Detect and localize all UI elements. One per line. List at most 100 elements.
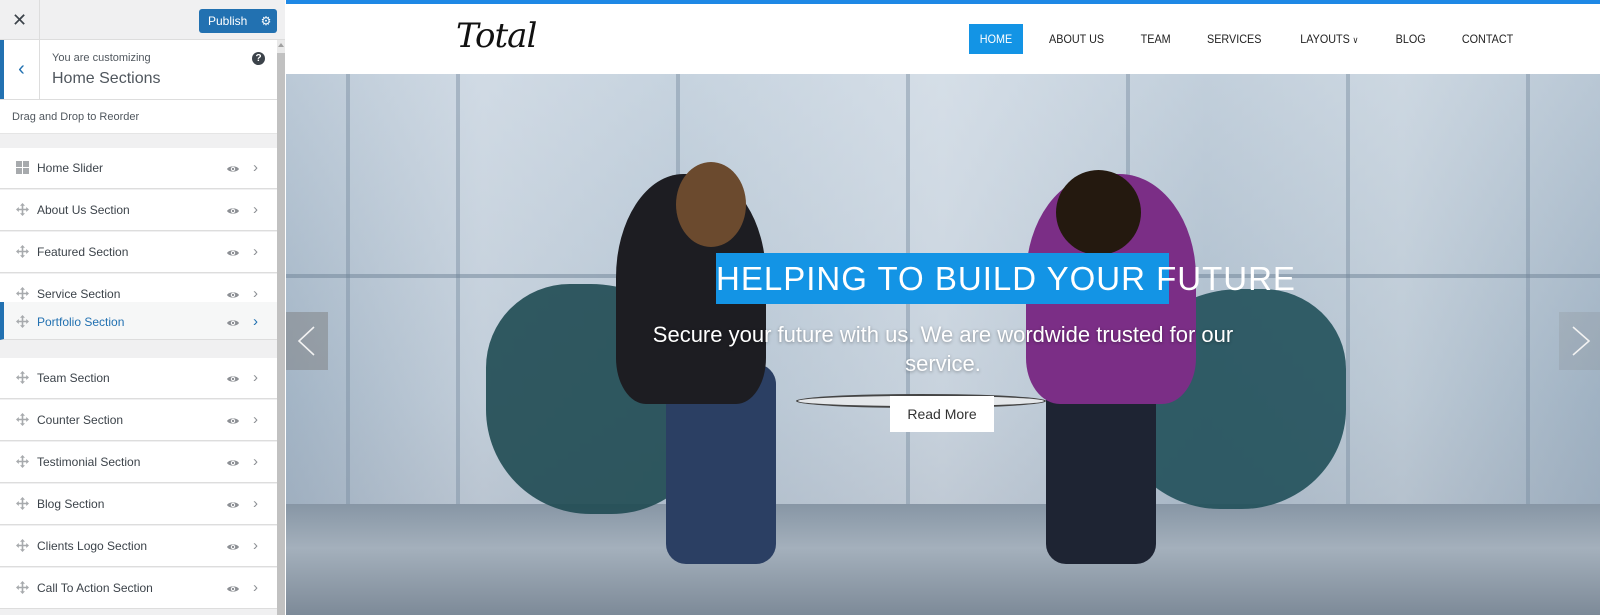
- nav-item-label: LAYOUTS: [1300, 32, 1350, 46]
- hero-subtitle: Secure your future with us. We are wordw…: [652, 322, 1234, 376]
- section-item-team-section[interactable]: Team Section ›: [0, 358, 277, 399]
- move-icon[interactable]: [16, 497, 29, 510]
- nav-item-label: HOME: [979, 32, 1013, 46]
- nav-item-about-us[interactable]: ABOUT US: [1038, 24, 1115, 54]
- section-item-label: Team Section: [37, 371, 110, 385]
- section-title: Home Sections: [52, 70, 161, 87]
- move-icon[interactable]: [16, 315, 29, 328]
- move-icon[interactable]: [16, 203, 29, 216]
- gear-icon[interactable]: ⚙: [255, 14, 277, 28]
- publish-label: Publish: [208, 14, 248, 28]
- eye-icon[interactable]: [226, 581, 240, 592]
- section-item-label: About Us Section: [37, 203, 130, 217]
- eye-icon[interactable]: [226, 245, 240, 256]
- move-icon[interactable]: [16, 539, 29, 552]
- move-icon[interactable]: [16, 581, 29, 594]
- sidebar-scrollbar[interactable]: [277, 40, 285, 615]
- chevron-right-icon: ›: [253, 243, 258, 260]
- section-item-label: Testimonial Section: [37, 455, 141, 469]
- chevron-right-icon: ›: [253, 369, 258, 386]
- eye-icon[interactable]: [226, 455, 240, 466]
- section-item-counter-section[interactable]: Counter Section ›: [0, 400, 277, 441]
- grid-icon[interactable]: [16, 161, 29, 174]
- scroll-up-arrow-icon[interactable]: [278, 43, 284, 47]
- nav-item-blog[interactable]: BLOG: [1385, 24, 1437, 54]
- chevron-right-icon: ›: [253, 159, 258, 176]
- nav-item-services[interactable]: SERVICES: [1197, 24, 1273, 54]
- section-item-label: Portfolio Section: [37, 315, 125, 329]
- chevron-left-icon: ‹: [18, 58, 25, 80]
- list-spacer: [0, 135, 277, 148]
- eye-icon[interactable]: [226, 287, 240, 298]
- section-item-home-slider[interactable]: Home Slider ›: [0, 148, 277, 189]
- move-icon[interactable]: [16, 413, 29, 426]
- section-item-portfolio-section[interactable]: Portfolio Section ›: [0, 302, 277, 340]
- chevron-right-icon: ›: [253, 285, 258, 302]
- move-icon[interactable]: [16, 455, 29, 468]
- read-more-button[interactable]: Read More: [890, 396, 994, 432]
- move-icon[interactable]: [16, 371, 29, 384]
- chevron-right-icon: ›: [253, 579, 258, 596]
- eye-icon[interactable]: [226, 203, 240, 214]
- chevron-right-icon: ›: [253, 313, 258, 330]
- chevron-down-icon: ∨: [1352, 35, 1359, 45]
- section-item-testimonial-section[interactable]: Testimonial Section ›: [0, 442, 277, 483]
- eye-icon[interactable]: [226, 161, 240, 172]
- nav-item-contact[interactable]: CONTACT: [1451, 24, 1524, 54]
- eye-icon[interactable]: [226, 497, 240, 508]
- section-item-label: Home Slider: [37, 161, 104, 175]
- eye-icon[interactable]: [226, 539, 240, 550]
- eye-icon[interactable]: [226, 315, 240, 326]
- section-description: Drag and Drop to Reorder: [0, 100, 277, 134]
- chevron-right-icon: ›: [253, 201, 258, 218]
- list-spacer: [0, 340, 277, 358]
- customizer-sidebar: ✕ Publish ⚙ ‹ You are customizing Home S…: [0, 0, 285, 615]
- customizer-panel: ‹ You are customizing Home Sections ? Dr…: [0, 40, 277, 615]
- close-customizer-button[interactable]: ✕: [0, 0, 40, 40]
- nav-item-home[interactable]: HOME: [969, 24, 1023, 54]
- section-header: ‹ You are customizing Home Sections ?: [0, 40, 277, 100]
- section-item-label: Counter Section: [37, 413, 124, 427]
- chevron-right-icon: ›: [253, 495, 258, 512]
- section-item-label: Clients Logo Section: [37, 539, 148, 553]
- chevron-right-icon: ›: [253, 453, 258, 470]
- back-button[interactable]: ‹: [0, 40, 40, 99]
- move-icon[interactable]: [16, 245, 29, 258]
- slider-next-button[interactable]: [1559, 312, 1600, 370]
- nav-item-team[interactable]: TEAM: [1130, 24, 1182, 54]
- question-mark-icon[interactable]: ?: [252, 52, 265, 65]
- close-icon: ✕: [11, 9, 28, 30]
- section-item-label: Service Section: [37, 287, 121, 301]
- eye-icon[interactable]: [226, 413, 240, 424]
- move-icon[interactable]: [16, 287, 29, 300]
- hero-slider: HELPING TO BUILD YOUR FUTURE Secure your…: [286, 74, 1600, 615]
- section-item-clients-logo-section[interactable]: Clients Logo Section ›: [0, 526, 277, 567]
- nav-item-label: ABOUT US: [1049, 32, 1105, 46]
- site-header: Total HOME ABOUT US TEAM SERVICES LAYOUTS ∨ BL…: [286, 4, 1600, 74]
- site-preview: Total HOME ABOUT US TEAM SERVICES LAYOUTS ∨ BL…: [286, 0, 1600, 615]
- section-item-about-us-section[interactable]: About Us Section ›: [0, 190, 277, 231]
- section-item-blog-section[interactable]: Blog Section ›: [0, 484, 277, 525]
- nav-item-label: SERVICES: [1207, 32, 1262, 46]
- nav-item-label: TEAM: [1140, 32, 1171, 46]
- nav-item-label: BLOG: [1395, 32, 1426, 46]
- customizing-label: You are customizing: [52, 52, 151, 64]
- chevron-right-icon: ›: [253, 411, 258, 428]
- scrollbar-thumb[interactable]: [277, 53, 285, 615]
- main-navigation: HOME ABOUT US TEAM SERVICES LAYOUTS ∨ BLOG CONT…: [966, 24, 1536, 54]
- section-item-featured-section[interactable]: Featured Section ›: [0, 232, 277, 273]
- publish-button[interactable]: Publish ⚙: [199, 9, 277, 33]
- section-item-call-to-action-section[interactable]: Call To Action Section ›: [0, 568, 277, 609]
- chevron-right-icon: [1572, 326, 1591, 356]
- slider-prev-button[interactable]: [286, 312, 328, 370]
- chevron-left-icon: [297, 326, 315, 356]
- nav-item-label: CONTACT: [1461, 32, 1514, 46]
- site-logo[interactable]: Total: [456, 16, 537, 56]
- chevron-right-icon: ›: [253, 537, 258, 554]
- nav-item-layouts[interactable]: LAYOUTS ∨: [1289, 24, 1369, 54]
- section-item-label: Featured Section: [37, 245, 129, 259]
- hero-title: HELPING TO BUILD YOUR FUTURE: [716, 253, 1295, 304]
- customizer-header: ✕ Publish ⚙: [0, 0, 285, 40]
- section-item-label: Call To Action Section: [37, 581, 153, 595]
- eye-icon[interactable]: [226, 371, 240, 382]
